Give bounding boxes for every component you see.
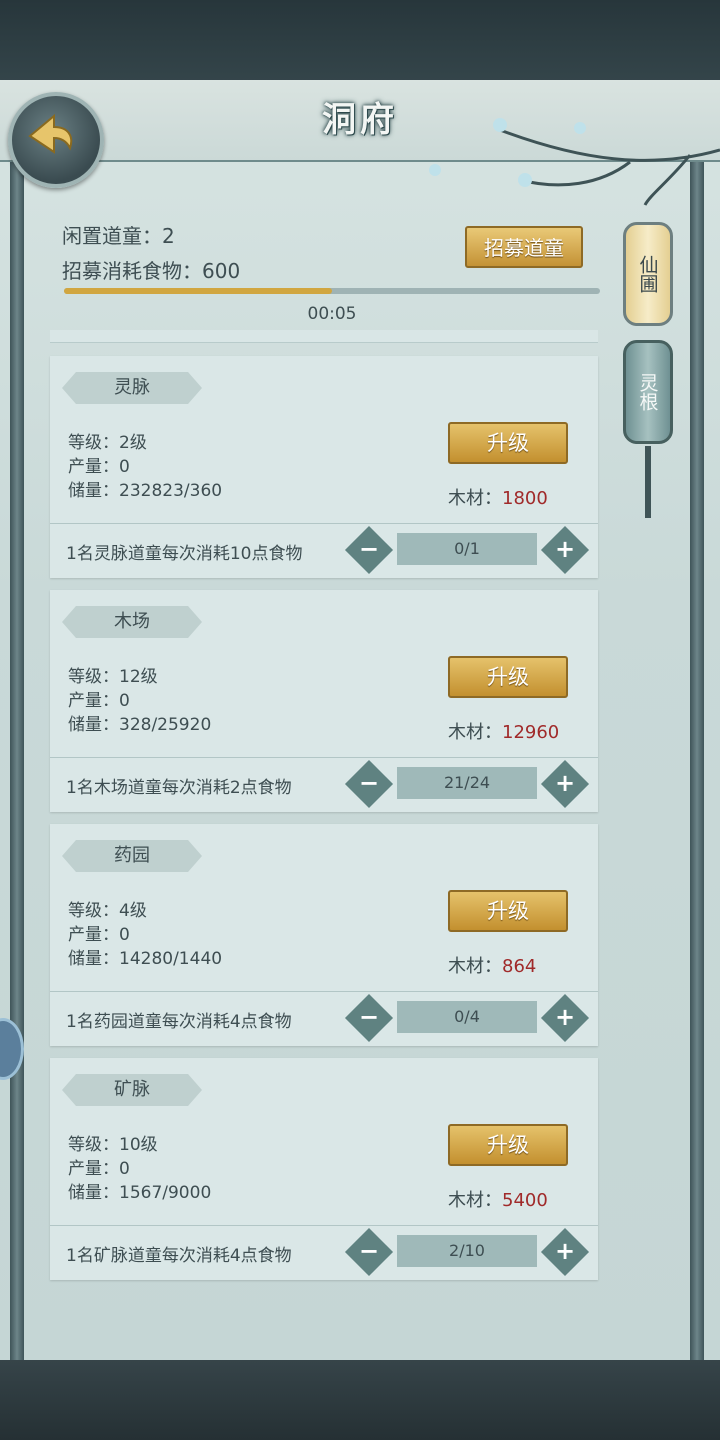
building-card-kuangmai: 矿脉 等级：10级 产量：0 储量：1567/9000 升级 木材：5400 1… [50,1058,598,1280]
building-storage: 储量：232823/360 [68,481,223,501]
minus-icon: − [358,535,380,563]
worker-consumption-text: 1名药园道童每次消耗4点食物 [66,1012,292,1032]
worker-count: 0/1 [397,533,537,565]
cost-label: 木材： [448,722,502,743]
building-level: 等级：4级 [68,901,147,921]
recruit-timer: 00:05 [307,304,357,324]
minus-icon: − [358,769,380,797]
divider [50,1225,598,1226]
worker-consumption-text: 1名木场道童每次消耗2点食物 [66,778,292,798]
cost-label: 木材： [448,1190,502,1211]
plus-icon: + [554,1003,576,1031]
recruit-progress-bar [64,288,600,294]
plus-icon: + [554,769,576,797]
building-name: 矿脉 [62,1074,202,1106]
divider [50,991,598,992]
divider [50,757,598,758]
cost-label: 木材： [448,488,502,509]
building-card-muchang: 木场 等级：12级 产量：0 储量：328/25920 升级 木材：12960 … [50,590,598,812]
building-storage: 储量：1567/9000 [68,1183,212,1203]
building-name: 药园 [62,840,202,872]
building-name: 木场 [62,606,202,638]
upgrade-cost: 木材：5400 [448,1186,548,1212]
tassel-decoration [645,446,651,518]
cost-value: 12960 [502,722,560,743]
building-name: 灵脉 [62,372,202,404]
upgrade-cost: 木材：864 [448,952,536,978]
top-background [0,0,720,82]
worker-consumption-text: 1名矿脉道童每次消耗4点食物 [66,1246,292,1266]
idle-servants-text: 闲置道童：2 [62,224,175,248]
recruit-button[interactable]: 招募道童 [465,226,583,268]
building-output: 产量：0 [68,457,130,477]
upgrade-button[interactable]: 升级 [448,656,568,698]
upgrade-cost: 木材：1800 [448,484,548,510]
plus-icon: + [554,1237,576,1265]
minus-icon: − [358,1237,380,1265]
page-title: 洞府 [322,100,398,140]
cost-value: 864 [502,956,537,977]
divider [50,523,598,524]
upgrade-cost: 木材：12960 [448,718,559,744]
back-arrow-icon [28,113,73,154]
right-frame-rail [690,150,704,1360]
back-button[interactable] [8,92,104,188]
recruit-cost-text: 招募消耗食物：600 [62,259,241,283]
building-output: 产量：0 [68,925,130,945]
building-level: 等级：2级 [68,433,147,453]
left-frame-rail [10,150,24,1360]
cost-value: 1800 [502,488,548,509]
cost-label: 木材： [448,956,502,977]
building-card-lingmai: 灵脉 等级：2级 产量：0 储量：232823/360 升级 木材：1800 1… [50,356,598,578]
building-level: 等级：10级 [68,1135,158,1155]
plus-icon: + [554,535,576,563]
building-level: 等级：12级 [68,667,158,687]
upgrade-button[interactable]: 升级 [448,1124,568,1166]
building-output: 产量：0 [68,691,130,711]
tab-linggen[interactable]: 灵根 [623,340,673,444]
minus-icon: − [358,1003,380,1031]
building-storage: 储量：328/25920 [68,715,212,735]
cost-value: 5400 [502,1190,548,1211]
building-storage: 储量：14280/1440 [68,949,223,969]
worker-count: 2/10 [397,1235,537,1267]
upgrade-button[interactable]: 升级 [448,890,568,932]
worker-count: 21/24 [397,767,537,799]
building-card-yaoyuan: 药园 等级：4级 产量：0 储量：14280/1440 升级 木材：864 1名… [50,824,598,1046]
building-output: 产量：0 [68,1159,130,1179]
bottom-background [0,1360,720,1440]
worker-consumption-text: 1名灵脉道童每次消耗10点食物 [66,544,303,564]
worker-count: 0/4 [397,1001,537,1033]
tab-xianpu[interactable]: 仙圃 [623,222,673,326]
upgrade-button[interactable]: 升级 [448,422,568,464]
list-scroll-edge [50,330,598,343]
recruit-progress-fill [64,288,332,294]
